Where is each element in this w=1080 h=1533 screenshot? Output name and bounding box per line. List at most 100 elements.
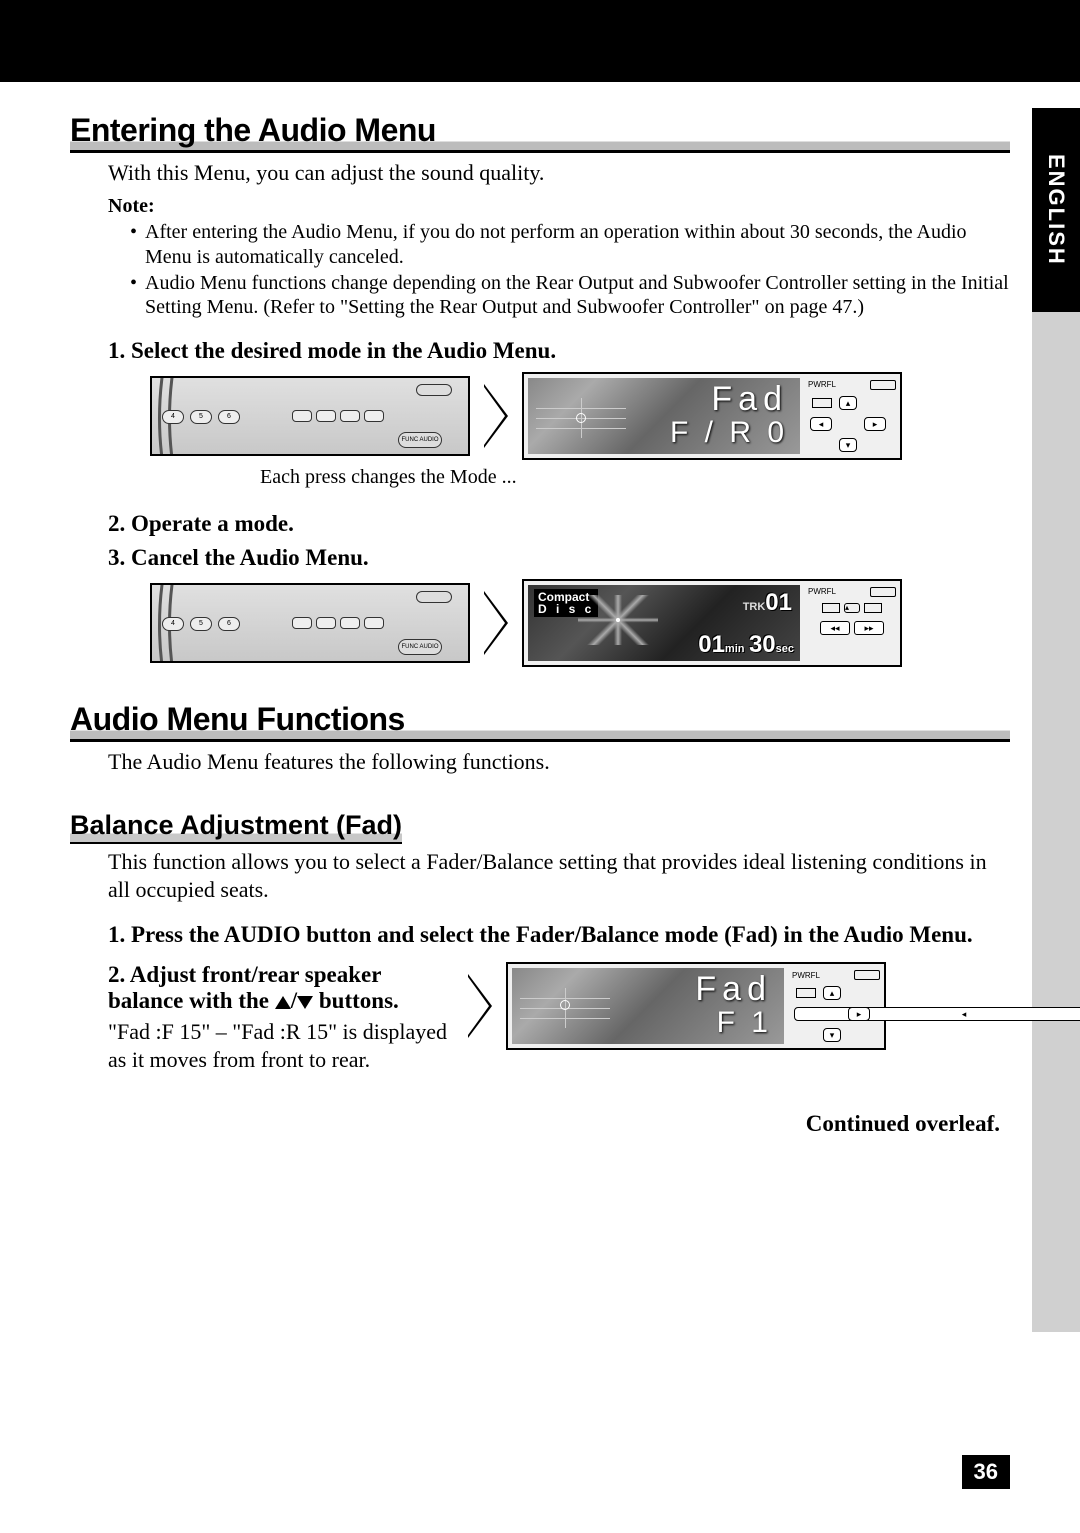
small-indicator — [864, 603, 882, 613]
preset-button: 4 — [162, 617, 184, 631]
next-track-button: ▸▸ — [854, 621, 884, 635]
pwrfl-label: PWRFL — [808, 587, 836, 596]
up-button: ▴ — [839, 396, 857, 410]
small-button — [340, 410, 360, 422]
preset-button: 5 — [190, 617, 212, 631]
preset-button: 6 — [218, 410, 240, 424]
down-button: ▾ — [823, 1028, 841, 1042]
control-panel: PWRFL ▴ ◂◂ ▸▸ — [804, 581, 900, 665]
preset-button: 6 — [218, 617, 240, 631]
bullet-icon: • — [130, 271, 137, 320]
skip-controls: ◂◂ ▸▸ — [808, 621, 896, 635]
small-button — [364, 410, 384, 422]
func-audio-button: FUNC AUDIO — [398, 639, 442, 655]
step-3: 3. Cancel the Audio Menu. — [108, 545, 1010, 571]
note-list: • After entering the Audio Menu, if you … — [130, 220, 1010, 320]
display-box-fad-f1: Fad F 1 PWRFL ▴ ▾ ◂ ▸ — [506, 962, 886, 1050]
small-button — [292, 617, 312, 629]
triangle-down-icon — [297, 996, 313, 1009]
sfeq-button — [416, 591, 452, 603]
intro-text-2: The Audio Menu features the following fu… — [108, 748, 1010, 776]
language-tab-grey-1 — [1032, 312, 1080, 516]
language-tab-label: ENGLISH — [1043, 154, 1069, 266]
dpad-control: ▴ ▾ ◂ ▸ — [808, 396, 888, 452]
power-indicator-icon — [870, 587, 896, 597]
lcd-screen-3: Fad F 1 — [512, 968, 784, 1044]
balance-step-2-body: "Fad :F 15" – "Fad :R 15" is displayed a… — [108, 1018, 448, 1074]
note-text-2: Audio Menu functions change depending on… — [145, 271, 1010, 320]
right-button: ▸ — [864, 417, 886, 431]
language-tab-english: ENGLISH — [1032, 108, 1080, 312]
step2-figure-column: Fad F 1 PWRFL ▴ ▾ ◂ ▸ — [468, 962, 886, 1050]
language-tab-grey-4 — [1032, 924, 1080, 1128]
balance-graphic-icon — [536, 398, 626, 438]
preset-button: 4 — [162, 410, 184, 424]
small-button — [316, 410, 336, 422]
intro-text-1: With this Menu, you can adjust the sound… — [108, 159, 1010, 187]
caption-mode-change: Each press changes the Mode ... — [260, 466, 1010, 489]
small-indicator — [812, 398, 832, 408]
figure-row-1: 4 5 6 FUNC AUDIO — [150, 372, 1010, 460]
balance-intro-text: This function allows you to select a Fad… — [108, 848, 1010, 904]
arrow-right-icon — [484, 591, 508, 655]
balance-step-1: 1. Press the AUDIO button and select the… — [108, 922, 1010, 948]
note-label: Note: — [108, 195, 1010, 218]
step-2: 2. Operate a mode. — [108, 511, 1010, 537]
language-tab-grey-5 — [1032, 1128, 1080, 1332]
lcd-screen-2: Compact D i s c TRK01 01min 30sec — [528, 585, 800, 661]
step-1: 1. Select the desired mode in the Audio … — [108, 338, 1010, 364]
language-tab-grey-2 — [1032, 516, 1080, 720]
small-button — [292, 410, 312, 422]
pwrfl-label: PWRFL — [808, 380, 836, 389]
triangle-up-icon — [275, 996, 291, 1009]
left-button: ◂ — [810, 417, 832, 431]
up-button: ▴ — [844, 603, 860, 613]
arrow-right-icon — [468, 974, 492, 1038]
note-item-2: • Audio Menu functions change depending … — [130, 271, 1010, 320]
preset-button: 5 — [190, 410, 212, 424]
subheading-balance-adjustment: Balance Adjustment (Fad) — [70, 810, 402, 844]
power-indicator-icon — [870, 380, 896, 390]
heading-entering-audio-menu: Entering the Audio Menu — [70, 112, 1010, 153]
note-item-1: • After entering the Audio Menu, if you … — [130, 220, 1010, 269]
dpad-control: ▴ ▾ ◂ ▸ — [792, 986, 872, 1042]
left-button: ◂ — [794, 1007, 1080, 1021]
small-button — [316, 617, 336, 629]
continued-overleaf: Continued overleaf. — [70, 1111, 1000, 1137]
right-button: ▸ — [848, 1007, 870, 1021]
figure-row-2: 4 5 6 FUNC AUDIO Compact D i s c — [150, 579, 1010, 667]
arrow-right-icon — [484, 384, 508, 448]
display-box-fad: Fad F / R 0 PWRFL ▴ ▾ ◂ ▸ — [522, 372, 902, 460]
bullet-icon: • — [130, 220, 137, 269]
lcd-line1: Fad — [711, 380, 788, 419]
page-content: Entering the Audio Menu With this Menu, … — [0, 82, 1080, 1137]
time-indicator: 01min 30sec — [698, 631, 794, 659]
step2-text-column: 2. Adjust front/rear speaker balance wit… — [108, 962, 448, 1074]
power-indicator-icon — [854, 970, 880, 980]
balance-graphic-icon — [520, 988, 610, 1028]
prev-track-button: ◂◂ — [820, 621, 850, 635]
pwrfl-label: PWRFL — [792, 971, 820, 980]
lcd-screen-1: Fad F / R 0 — [528, 378, 800, 454]
starburst-graphic-icon — [578, 595, 658, 645]
small-button — [340, 617, 360, 629]
top-black-bar — [0, 0, 1080, 82]
sfeq-button — [416, 384, 452, 396]
note-text-1: After entering the Audio Menu, if you do… — [145, 220, 1010, 269]
device-panel-illustration-1: 4 5 6 FUNC AUDIO — [150, 376, 470, 456]
lcd-line2: F 1 — [717, 1006, 772, 1040]
small-indicator — [796, 988, 816, 998]
down-button: ▾ — [839, 438, 857, 452]
track-indicator: TRK01 — [743, 589, 792, 617]
page-number: 36 — [962, 1455, 1010, 1489]
display-box-cd: Compact D i s c TRK01 01min 30sec PWRFL — [522, 579, 902, 667]
control-panel: PWRFL ▴ ▾ ◂ ▸ — [788, 964, 884, 1048]
language-tab-grey-3 — [1032, 720, 1080, 924]
small-button — [364, 617, 384, 629]
balance-step-2: 2. Adjust front/rear speaker balance wit… — [108, 962, 448, 1014]
up-button: ▴ — [823, 986, 841, 1000]
step2-two-column: 2. Adjust front/rear speaker balance wit… — [108, 962, 1010, 1074]
control-panel: PWRFL ▴ ▾ ◂ ▸ — [804, 374, 900, 458]
func-audio-button: FUNC AUDIO — [398, 432, 442, 448]
device-panel-illustration-2: 4 5 6 FUNC AUDIO — [150, 583, 470, 663]
